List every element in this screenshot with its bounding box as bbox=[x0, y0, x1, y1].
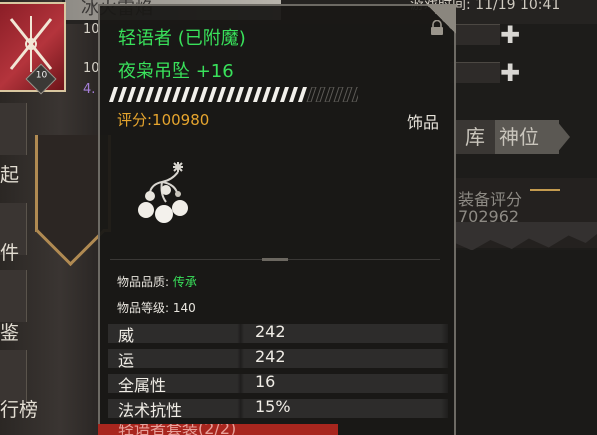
stat-bar-row-1 bbox=[450, 24, 500, 45]
item-type: 饰品 bbox=[407, 113, 440, 132]
durability-segment bbox=[226, 87, 235, 102]
durability-segment bbox=[208, 87, 217, 102]
durability-segment bbox=[154, 87, 163, 102]
item-level: 物品等级: 140 bbox=[117, 301, 196, 315]
side-tab-1[interactable] bbox=[0, 103, 27, 155]
durability-segment bbox=[262, 87, 271, 102]
side-tab-3[interactable] bbox=[0, 270, 27, 322]
arrow-decoration bbox=[530, 189, 560, 191]
side-label-3[interactable]: 鉴 bbox=[0, 318, 19, 345]
item-name-prefix: 轻语者 (已附魔) bbox=[118, 28, 246, 49]
durability-segment bbox=[244, 87, 253, 102]
tab-divine[interactable]: 神位 bbox=[495, 120, 559, 154]
tab-warehouse[interactable]: 库 bbox=[455, 120, 495, 154]
side-label-4[interactable]: 行榜 bbox=[0, 395, 38, 422]
stat-value: 16 bbox=[255, 372, 276, 391]
durability-segment bbox=[172, 87, 181, 102]
durability-segment bbox=[181, 87, 190, 102]
level-value: 10 bbox=[35, 70, 48, 81]
durability-segment bbox=[324, 87, 335, 102]
durability-segment bbox=[342, 87, 353, 102]
side-num-3: 4. bbox=[83, 82, 96, 97]
durability-segment bbox=[109, 87, 118, 102]
quality-label: 物品品质: bbox=[117, 275, 170, 289]
right-lower-area bbox=[455, 250, 597, 435]
durability-segment bbox=[163, 87, 172, 102]
durability-segment bbox=[315, 87, 326, 102]
durability-bar bbox=[109, 87, 358, 102]
durability-segment bbox=[271, 87, 280, 102]
set-name: 轻语者套装(2/2) bbox=[118, 424, 237, 435]
durability-segment bbox=[351, 87, 358, 102]
durability-segment bbox=[118, 87, 127, 102]
item-name: 夜枭吊坠 +16 bbox=[118, 61, 234, 82]
side-label-2[interactable]: 件 bbox=[0, 238, 19, 265]
durability-segment bbox=[136, 87, 145, 102]
stat-name: 全属性 bbox=[118, 376, 167, 395]
durability-segment bbox=[145, 87, 154, 102]
plus-icon[interactable]: ✚ bbox=[500, 23, 520, 47]
stat-bar-row-2 bbox=[450, 62, 500, 83]
stat-name: 运 bbox=[118, 351, 135, 370]
item-quality: 物品品质: 传承 bbox=[117, 273, 197, 290]
durability-segment bbox=[190, 87, 199, 102]
stat-value: 15% bbox=[255, 397, 291, 416]
durability-segment bbox=[253, 87, 262, 102]
durability-segment bbox=[127, 87, 136, 102]
stat-name: 法术抗性 bbox=[118, 401, 183, 420]
durability-segment bbox=[289, 87, 298, 102]
durability-segment bbox=[333, 87, 344, 102]
stat-name: 威 bbox=[118, 326, 135, 345]
durability-segment bbox=[199, 87, 208, 102]
item-score: 评分:100980 bbox=[117, 111, 210, 129]
durability-segment bbox=[235, 87, 244, 102]
lock-icon[interactable] bbox=[430, 20, 444, 36]
plus-icon[interactable]: ✚ bbox=[500, 61, 520, 85]
section-divider bbox=[110, 258, 440, 261]
side-label-1[interactable]: 起 bbox=[0, 160, 19, 187]
set-bonus-strip: 轻语者套装(2/2) bbox=[98, 424, 338, 435]
tab-arrow bbox=[556, 120, 570, 154]
pendant-icon[interactable] bbox=[132, 158, 202, 230]
stat-value: 242 bbox=[255, 322, 286, 341]
quality-value: 传承 bbox=[172, 275, 197, 289]
durability-segment bbox=[217, 87, 226, 102]
durability-segment bbox=[306, 87, 317, 102]
durability-segment bbox=[298, 87, 307, 102]
durability-segment bbox=[280, 87, 289, 102]
stat-value: 242 bbox=[255, 347, 286, 366]
